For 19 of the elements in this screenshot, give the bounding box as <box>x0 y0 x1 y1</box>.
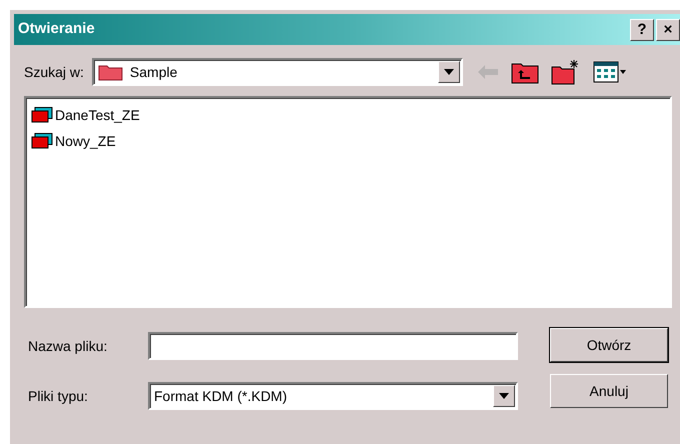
look-in-label: Szukaj w: <box>24 62 84 82</box>
help-button[interactable]: ? <box>630 18 654 40</box>
file-type-value: Format KDM (*.KDM) <box>154 386 287 406</box>
new-folder-icon[interactable] <box>550 59 581 85</box>
file-name[interactable]: Nowy_ZE <box>55 130 116 152</box>
close-button[interactable]: × <box>656 18 680 40</box>
look-in-dropdown[interactable]: Sample <box>92 58 463 86</box>
file-type-label: Pliki typu: <box>28 386 89 406</box>
file-name-label: Nazwa pliku: <box>28 336 108 356</box>
file-name-field[interactable] <box>148 332 518 360</box>
file-icon <box>31 133 53 149</box>
file-icon <box>31 107 53 123</box>
look-in-value: Sample <box>130 62 178 82</box>
cancel-button[interactable]: Anuluj <box>550 374 668 408</box>
view-menu-icon[interactable] <box>592 61 627 83</box>
file-type-dropdown[interactable]: Format KDM (*.KDM) <box>148 382 518 410</box>
file-name[interactable]: DaneTest_ZE <box>55 104 140 126</box>
open-button[interactable]: Otwórz <box>550 328 668 362</box>
window-title: Otwieranie <box>18 19 96 40</box>
